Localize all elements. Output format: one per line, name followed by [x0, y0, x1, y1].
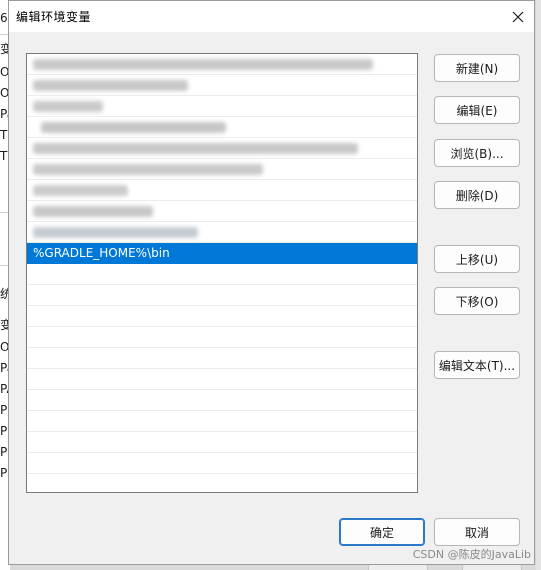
path-list-empty-row[interactable] [27, 390, 417, 411]
path-list-item[interactable] [27, 180, 417, 201]
path-entry-text: %GRADLE_HOME%\bin [33, 246, 170, 260]
path-list-item[interactable] [27, 201, 417, 222]
close-button[interactable] [502, 1, 534, 32]
redacted-entry [33, 101, 103, 112]
redacted-entry [33, 80, 188, 91]
path-list-item[interactable] [27, 222, 417, 243]
edit-environment-variable-dialog: 编辑环境变量 %GRADLE_HOME%\bin 新建(N) 编辑(E) 浏览(… [8, 0, 535, 565]
redacted-entry [33, 227, 198, 238]
path-list[interactable]: %GRADLE_HOME%\bin [26, 53, 418, 493]
redacted-entry [33, 185, 128, 196]
path-list-item[interactable] [27, 75, 417, 96]
redacted-entry [41, 122, 226, 133]
watermark: CSDN @陈皮的JavaLib [412, 548, 531, 561]
path-list-item[interactable] [27, 96, 417, 117]
edit-text-button[interactable]: 编辑文本(T)... [434, 351, 520, 379]
new-button[interactable]: 新建(N) [434, 54, 520, 82]
path-list-empty-row[interactable] [27, 285, 417, 306]
path-list-empty-row[interactable] [27, 453, 417, 474]
screen: 64 变 O O Pa TE TM 统 变 OS Pa PA PF PF PF … [0, 0, 541, 570]
move-down-button[interactable]: 下移(O) [434, 287, 520, 315]
path-list-empty-row[interactable] [27, 264, 417, 285]
path-list-empty-row[interactable] [27, 306, 417, 327]
path-list-item[interactable] [27, 117, 417, 138]
path-list-empty-row[interactable] [27, 369, 417, 390]
path-list-empty-row[interactable] [27, 348, 417, 369]
dialog-title: 编辑环境变量 [16, 10, 92, 24]
path-list-item[interactable] [27, 159, 417, 180]
browse-button[interactable]: 浏览(B)... [434, 139, 520, 167]
path-list-empty-row[interactable] [27, 432, 417, 453]
redacted-entry [33, 143, 358, 154]
redacted-entry [33, 206, 153, 217]
close-icon [512, 11, 524, 22]
redacted-entry [33, 59, 373, 70]
path-list-empty-row[interactable] [27, 411, 417, 432]
delete-button[interactable]: 删除(D) [434, 181, 520, 209]
path-list-item[interactable] [27, 138, 417, 159]
move-up-button[interactable]: 上移(U) [434, 245, 520, 273]
edit-button[interactable]: 编辑(E) [434, 96, 520, 124]
background-window-edge [535, 0, 541, 570]
path-list-empty-row[interactable] [27, 327, 417, 348]
path-list-item[interactable] [27, 54, 417, 75]
redacted-entry [33, 164, 263, 175]
title-bar: 编辑环境变量 [9, 1, 534, 32]
cancel-button[interactable]: 取消 [434, 518, 520, 546]
path-list-item-selected[interactable]: %GRADLE_HOME%\bin [27, 243, 417, 264]
ok-button[interactable]: 确定 [339, 518, 425, 546]
